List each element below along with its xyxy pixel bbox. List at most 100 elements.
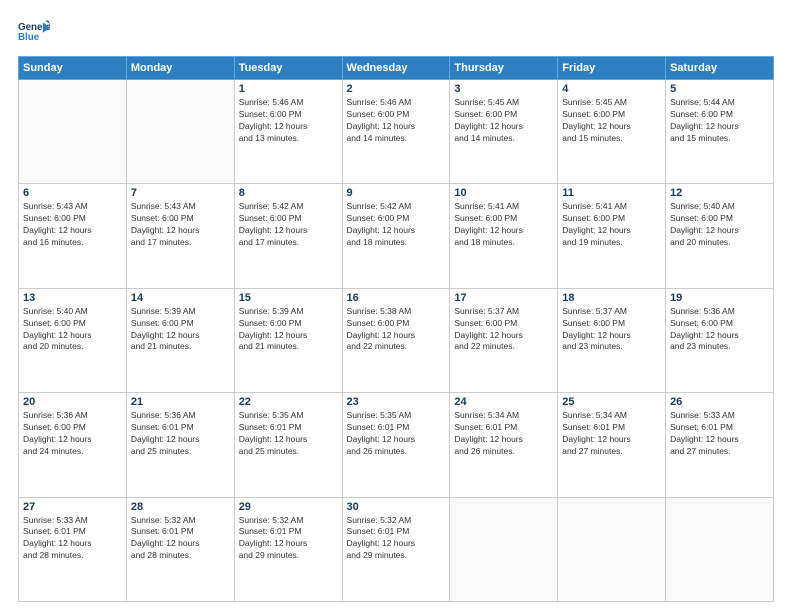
calendar-cell: 3Sunrise: 5:45 AM Sunset: 6:00 PM Daylig… xyxy=(450,80,558,184)
weekday-header-row: SundayMondayTuesdayWednesdayThursdayFrid… xyxy=(19,57,774,80)
calendar-cell xyxy=(19,80,127,184)
calendar-cell: 14 Sunrise: 5:39 AM Sunset: 6:00 PM Dayli… xyxy=(126,288,234,392)
day-info: Sunrise: 5:34 AM Sunset: 6:01 PM Dayligh… xyxy=(562,410,661,458)
calendar-cell: 1 Sunrise: 5:46 AM Sunset: 6:00 PM Daylig… xyxy=(234,80,342,184)
calendar-cell xyxy=(450,497,558,601)
week-row-1: 1 Sunrise: 5:46 AM Sunset: 6:00 PM Daylig… xyxy=(19,80,774,184)
calendar-cell: 6 Sunrise: 5:43 AM Sunset: 6:00 PM Daylig… xyxy=(19,184,127,288)
day-number: 18 xyxy=(562,292,661,304)
day-number: 30 xyxy=(347,501,446,513)
day-number: 22 xyxy=(239,396,338,408)
day-info: Sunrise: 5:35 AM Sunset: 6:01 PM Dayligh… xyxy=(347,410,446,458)
day-info: Sunrise: 5:36 AM Sunset: 6:00 PM Dayligh… xyxy=(23,410,122,458)
weekday-header-thursday: Thursday xyxy=(450,57,558,80)
logo: General Blue xyxy=(18,18,50,46)
day-number: 23 xyxy=(347,396,446,408)
day-number: 24 xyxy=(454,396,553,408)
day-number: 26 xyxy=(670,396,769,408)
calendar-cell: 28 Sunrise: 5:32 AM Sunset: 6:01 PM Dayli… xyxy=(126,497,234,601)
calendar-cell: 26 Sunrise: 5:33 AM Sunset: 6:01 PM Dayli… xyxy=(666,393,774,497)
day-number: 15 xyxy=(239,292,338,304)
day-info: Sunrise: 5:46 AM Sunset: 6:00 PM Dayligh… xyxy=(239,97,338,145)
page: General Blue SundayMondayTuesdayWednesda… xyxy=(0,0,792,612)
day-info: Sunrise: 5:46 AM Sunset: 6:00 PM Dayligh… xyxy=(347,97,446,145)
day-number: 19 xyxy=(670,292,769,304)
weekday-header-friday: Friday xyxy=(558,57,666,80)
calendar-cell: 22 Sunrise: 5:35 AM Sunset: 6:01 PM Dayli… xyxy=(234,393,342,497)
calendar-cell: 2 Sunrise: 5:46 AM Sunset: 6:00 PM Daylig… xyxy=(342,80,450,184)
day-info: Sunrise: 5:36 AM Sunset: 6:01 PM Dayligh… xyxy=(131,410,230,458)
day-info: Sunrise: 5:42 AM Sunset: 6:00 PM Dayligh… xyxy=(239,201,338,249)
calendar-cell: 13Sunrise: 5:40 AM Sunset: 6:00 PM Dayli… xyxy=(19,288,127,392)
calendar-cell: 25 Sunrise: 5:34 AM Sunset: 6:01 PM Dayli… xyxy=(558,393,666,497)
calendar-cell: 27Sunrise: 5:33 AM Sunset: 6:01 PM Dayli… xyxy=(19,497,127,601)
day-number: 14 xyxy=(131,292,230,304)
day-number: 29 xyxy=(239,501,338,513)
calendar-cell: 5 Sunrise: 5:44 AM Sunset: 6:00 PM Daylig… xyxy=(666,80,774,184)
calendar-cell: 16 Sunrise: 5:38 AM Sunset: 6:00 PM Dayli… xyxy=(342,288,450,392)
calendar-cell: 19 Sunrise: 5:36 AM Sunset: 6:00 PM Dayli… xyxy=(666,288,774,392)
calendar-cell: 30 Sunrise: 5:32 AM Sunset: 6:01 PM Dayli… xyxy=(342,497,450,601)
week-row-3: 13Sunrise: 5:40 AM Sunset: 6:00 PM Dayli… xyxy=(19,288,774,392)
day-info: Sunrise: 5:36 AM Sunset: 6:00 PM Dayligh… xyxy=(670,306,769,354)
calendar-cell: 4Sunrise: 5:45 AM Sunset: 6:00 PM Daylig… xyxy=(558,80,666,184)
day-info: Sunrise: 5:35 AM Sunset: 6:01 PM Dayligh… xyxy=(239,410,338,458)
day-info: Sunrise: 5:41 AM Sunset: 6:00 PM Dayligh… xyxy=(562,201,661,249)
calendar-cell xyxy=(126,80,234,184)
day-info: Sunrise: 5:32 AM Sunset: 6:01 PM Dayligh… xyxy=(239,515,338,563)
day-info: Sunrise: 5:39 AM Sunset: 6:00 PM Dayligh… xyxy=(131,306,230,354)
calendar-cell: 21Sunrise: 5:36 AM Sunset: 6:01 PM Dayli… xyxy=(126,393,234,497)
day-number: 17 xyxy=(454,292,553,304)
calendar-cell: 20 Sunrise: 5:36 AM Sunset: 6:00 PM Dayli… xyxy=(19,393,127,497)
day-info: Sunrise: 5:37 AM Sunset: 6:00 PM Dayligh… xyxy=(454,306,553,354)
svg-text:Blue: Blue xyxy=(18,32,40,43)
day-info: Sunrise: 5:33 AM Sunset: 6:01 PM Dayligh… xyxy=(670,410,769,458)
weekday-header-sunday: Sunday xyxy=(19,57,127,80)
calendar-cell: 11Sunrise: 5:41 AM Sunset: 6:00 PM Dayli… xyxy=(558,184,666,288)
weekday-header-tuesday: Tuesday xyxy=(234,57,342,80)
day-number: 13 xyxy=(23,292,122,304)
calendar-cell: 10 Sunrise: 5:41 AM Sunset: 6:00 PM Dayli… xyxy=(450,184,558,288)
day-number: 9 xyxy=(347,187,446,199)
day-number: 6 xyxy=(23,187,122,199)
calendar-table: SundayMondayTuesdayWednesdayThursdayFrid… xyxy=(18,56,774,602)
day-info: Sunrise: 5:38 AM Sunset: 6:00 PM Dayligh… xyxy=(347,306,446,354)
weekday-header-wednesday: Wednesday xyxy=(342,57,450,80)
calendar-cell xyxy=(666,497,774,601)
weekday-header-monday: Monday xyxy=(126,57,234,80)
day-info: Sunrise: 5:39 AM Sunset: 6:00 PM Dayligh… xyxy=(239,306,338,354)
day-info: Sunrise: 5:34 AM Sunset: 6:01 PM Dayligh… xyxy=(454,410,553,458)
day-number: 7 xyxy=(131,187,230,199)
week-row-2: 6 Sunrise: 5:43 AM Sunset: 6:00 PM Daylig… xyxy=(19,184,774,288)
day-info: Sunrise: 5:41 AM Sunset: 6:00 PM Dayligh… xyxy=(454,201,553,249)
day-number: 4 xyxy=(562,83,661,95)
calendar-cell: 17 Sunrise: 5:37 AM Sunset: 6:00 PM Dayli… xyxy=(450,288,558,392)
day-info: Sunrise: 5:32 AM Sunset: 6:01 PM Dayligh… xyxy=(347,515,446,563)
logo-icon: General Blue xyxy=(18,18,50,46)
day-info: Sunrise: 5:44 AM Sunset: 6:00 PM Dayligh… xyxy=(670,97,769,145)
calendar-cell: 7Sunrise: 5:43 AM Sunset: 6:00 PM Daylig… xyxy=(126,184,234,288)
day-info: Sunrise: 5:42 AM Sunset: 6:00 PM Dayligh… xyxy=(347,201,446,249)
calendar-cell: 15 Sunrise: 5:39 AM Sunset: 6:00 PM Dayli… xyxy=(234,288,342,392)
day-number: 25 xyxy=(562,396,661,408)
day-number: 1 xyxy=(239,83,338,95)
day-number: 20 xyxy=(23,396,122,408)
day-info: Sunrise: 5:32 AM Sunset: 6:01 PM Dayligh… xyxy=(131,515,230,563)
week-row-5: 27Sunrise: 5:33 AM Sunset: 6:01 PM Dayli… xyxy=(19,497,774,601)
day-info: Sunrise: 5:43 AM Sunset: 6:00 PM Dayligh… xyxy=(23,201,122,249)
day-number: 2 xyxy=(347,83,446,95)
calendar-cell: 23 Sunrise: 5:35 AM Sunset: 6:01 PM Dayli… xyxy=(342,393,450,497)
day-info: Sunrise: 5:37 AM Sunset: 6:00 PM Dayligh… xyxy=(562,306,661,354)
day-number: 10 xyxy=(454,187,553,199)
calendar-cell: 18 Sunrise: 5:37 AM Sunset: 6:00 PM Dayli… xyxy=(558,288,666,392)
header: General Blue xyxy=(18,18,774,46)
calendar-cell xyxy=(558,497,666,601)
calendar-cell: 8Sunrise: 5:42 AM Sunset: 6:00 PM Daylig… xyxy=(234,184,342,288)
day-info: Sunrise: 5:33 AM Sunset: 6:01 PM Dayligh… xyxy=(23,515,122,563)
day-number: 16 xyxy=(347,292,446,304)
week-row-4: 20 Sunrise: 5:36 AM Sunset: 6:00 PM Dayli… xyxy=(19,393,774,497)
day-info: Sunrise: 5:40 AM Sunset: 6:00 PM Dayligh… xyxy=(670,201,769,249)
day-number: 3 xyxy=(454,83,553,95)
day-number: 5 xyxy=(670,83,769,95)
day-number: 28 xyxy=(131,501,230,513)
